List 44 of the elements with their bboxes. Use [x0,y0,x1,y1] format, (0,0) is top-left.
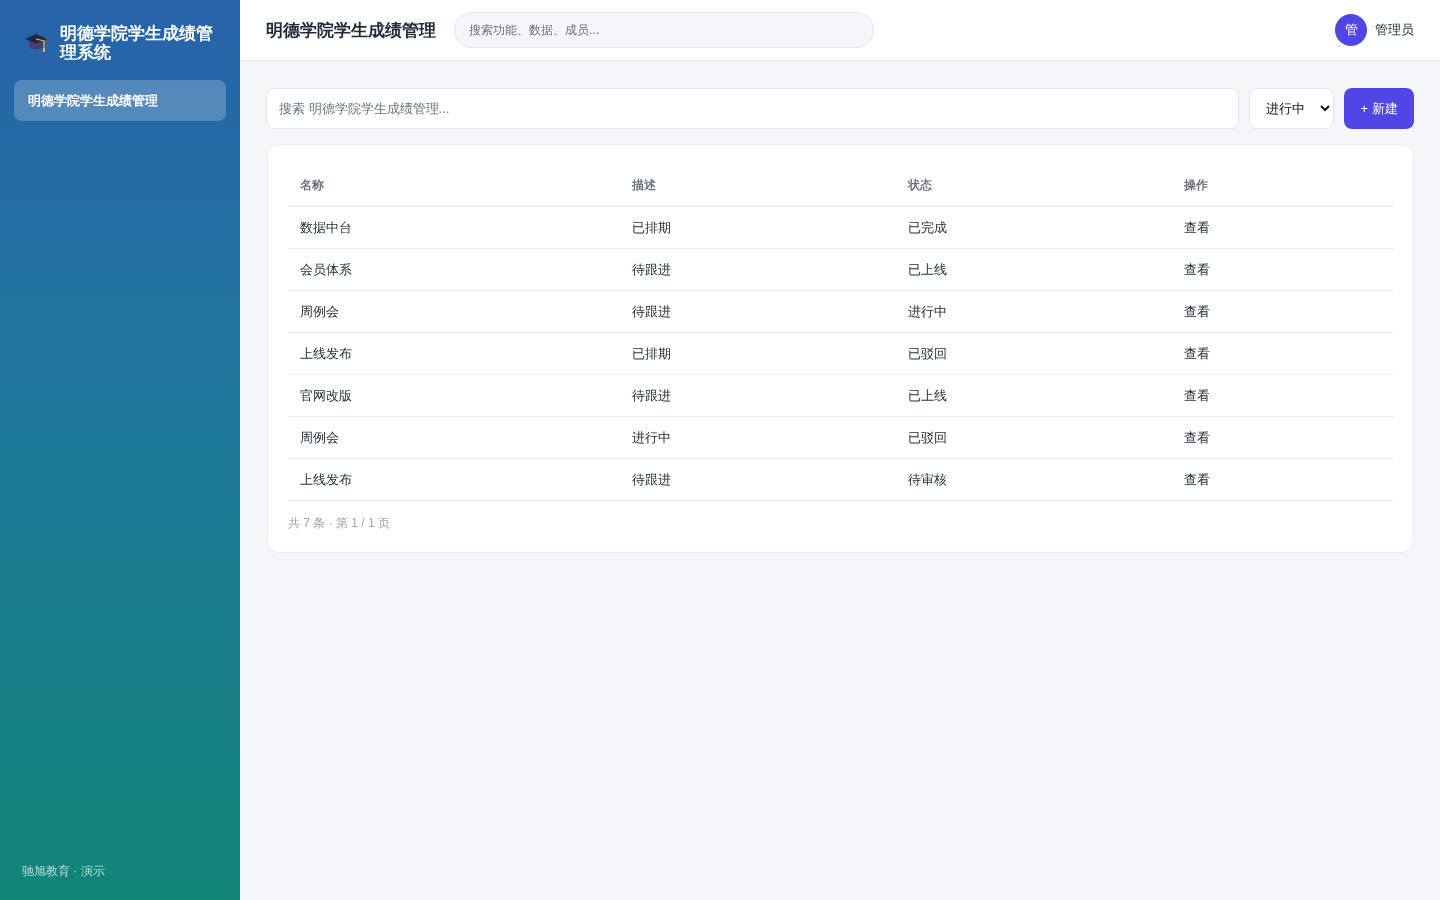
column-header: 名称 [300,177,324,192]
sidebar-item[interactable]: 明德学院学生成绩管理 [14,80,226,121]
table-cell: 周例会 [300,303,339,319]
column-header: 描述 [631,177,656,192]
app-name: 明德学院学生成绩管理系统 [60,24,214,62]
table-cell: 待跟进 [631,471,671,487]
table-cell: 待跟进 [631,261,671,277]
view-link[interactable]: 查看 [1184,219,1210,235]
view-link[interactable]: 查看 [1184,303,1210,319]
table-cell: 已排期 [631,345,671,361]
table-cell: 上线发布 [300,471,352,487]
table-cell: 已完成 [907,219,947,235]
column-header: 操作 [1184,177,1208,192]
pagination-text: 共 7 条 · 第 1 / 1 页 [288,515,391,532]
table-cell: 已排期 [631,219,671,235]
table-cell: 待跟进 [631,387,671,403]
table-cell: 待跟进 [631,303,671,319]
search-field[interactable]: 搜索 明德学院学生成绩管理... [266,88,1239,129]
table-cell: 周例会 [300,429,339,445]
table-cell: 待审核 [907,471,947,487]
view-link[interactable]: 查看 [1184,429,1210,445]
status-dropdown[interactable]: 进行中 [1249,88,1334,129]
sidebar-footer-text: 驰旭教育 · 演示 [22,863,105,880]
page-title: 明德学院学生成绩管理 [266,19,436,42]
table-cell: 官网改版 [300,387,352,403]
table-cell: 已驳回 [907,345,947,361]
table-cell: 已上线 [907,387,947,403]
table-cell: 数据中台 [300,219,352,235]
table-cell: 已驳回 [907,429,947,445]
table-cell: 进行中 [907,303,947,319]
graduation-cap-icon [24,32,48,54]
table-cell: 会员体系 [300,261,352,277]
table-cell: 进行中 [631,429,671,445]
search-field[interactable]: 搜索功能、数据、成员... [454,12,874,48]
view-link[interactable]: 查看 [1184,471,1210,487]
user-name[interactable]: 管理员 [1375,21,1414,39]
table-cell: 上线发布 [300,345,352,361]
table-cell: 已上线 [907,261,947,277]
view-link[interactable]: 查看 [1184,387,1210,403]
new-button[interactable]: + 新建 [1344,88,1414,129]
view-link[interactable]: 查看 [1184,261,1210,277]
view-link[interactable]: 查看 [1184,345,1210,361]
column-header: 状态 [907,177,932,192]
avatar[interactable]: 管 [1335,14,1367,46]
